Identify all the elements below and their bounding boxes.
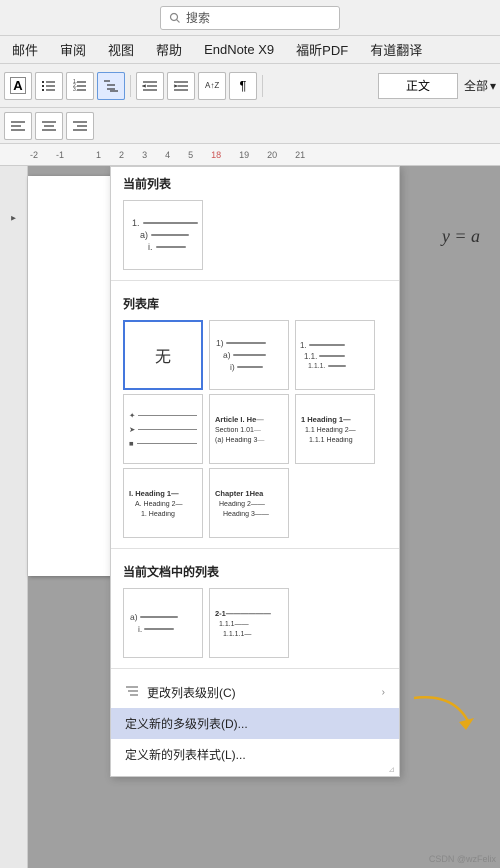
quanbu-btn[interactable]: 全部 ▾ bbox=[464, 77, 496, 94]
toolbar-sep2 bbox=[262, 75, 263, 97]
list-level-icon bbox=[125, 684, 139, 698]
multilevel-list-btn[interactable] bbox=[97, 72, 125, 100]
svg-text:A↑Z: A↑Z bbox=[205, 81, 219, 90]
watermark-text: CSDN @wzFelix bbox=[429, 854, 496, 864]
none-label: 无 bbox=[155, 343, 171, 367]
change-level-menu-item[interactable]: 更改列表级别(C) › bbox=[111, 677, 399, 708]
library-item-chapter[interactable]: Chapter 1Hea Heading 2—— Heading 3—— bbox=[209, 468, 289, 538]
library-item-article2[interactable]: Article I. He— Section 1.01— (a) Heading… bbox=[209, 394, 289, 464]
library-item-numbered1[interactable]: 1) a) i) bbox=[209, 320, 289, 390]
quanbu-label: 全部 bbox=[464, 77, 488, 94]
multilevel-list-dropdown: 当前列表 1. a) i. 列表库 无 bbox=[110, 166, 400, 777]
library-item-heading1[interactable]: 1 Heading 1— 1.1 Heading 2— 1.1.1 Headin… bbox=[295, 394, 375, 464]
increase-indent-icon bbox=[173, 78, 189, 94]
increase-indent-btn[interactable] bbox=[167, 72, 195, 100]
annotation-arrow bbox=[404, 688, 484, 738]
current-list-grid: 1. a) i. bbox=[111, 196, 399, 274]
search-placeholder: 搜索 bbox=[186, 9, 210, 26]
divider3 bbox=[111, 668, 399, 669]
toolbar-sep1 bbox=[130, 75, 131, 97]
svg-text:3.: 3. bbox=[73, 87, 77, 93]
style-selector[interactable]: 正文 bbox=[378, 73, 458, 99]
define-new-list-menu-item[interactable]: 定义新的多级列表(D)... bbox=[111, 708, 399, 739]
resize-handle: ⊿ bbox=[388, 765, 395, 774]
define-new-label: 定义新的多级列表(D)... bbox=[125, 715, 248, 732]
menu-bar: 邮件 审阅 视图 帮助 EndNote X9 福昕PDF 有道翻译 bbox=[0, 36, 500, 64]
sort-icon: A↑Z bbox=[204, 78, 220, 94]
search-box[interactable]: 搜索 bbox=[160, 6, 340, 30]
decrease-indent-btn[interactable] bbox=[136, 72, 164, 100]
document-grid: a) i. 2-1—————— 1.1.1—— 1.1.1.1— bbox=[111, 584, 399, 662]
align-left-icon bbox=[10, 119, 26, 133]
menu-help[interactable]: 帮助 bbox=[152, 38, 186, 61]
current-list-item[interactable]: 1. a) i. bbox=[123, 200, 203, 270]
menu-youdao[interactable]: 有道翻译 bbox=[366, 38, 426, 61]
document-list-item2[interactable]: 2-1—————— 1.1.1—— 1.1.1.1— bbox=[209, 588, 289, 658]
style-label: 正文 bbox=[406, 77, 430, 94]
library-grid3: I. Heading 1— A. Heading 2— 1. Heading C… bbox=[111, 468, 399, 542]
menu-pdf[interactable]: 福昕PDF bbox=[292, 38, 352, 61]
define-style-label: 定义新的列表样式(L)... bbox=[125, 746, 246, 763]
menu-view[interactable]: 视图 bbox=[104, 38, 138, 61]
library-item-article[interactable]: ✦ ➤ ■ bbox=[123, 394, 203, 464]
multilevel-list-icon bbox=[103, 78, 119, 94]
library-item-numbered2[interactable]: 1. 1.1. 1.1.1. bbox=[295, 320, 375, 390]
menu-review[interactable]: 审阅 bbox=[56, 38, 90, 61]
library-item-none[interactable]: 无 bbox=[123, 320, 203, 390]
document-list-section-title: 当前文档中的列表 bbox=[111, 555, 399, 584]
library-item-roman[interactable]: I. Heading 1— A. Heading 2— 1. Heading bbox=[123, 468, 203, 538]
chevron-right-icon: › bbox=[382, 687, 385, 698]
left-arrow: ◄ bbox=[9, 214, 18, 223]
align-center-icon bbox=[41, 119, 57, 133]
align-right-btn[interactable] bbox=[66, 112, 94, 140]
current-list-section-title: 当前列表 bbox=[111, 167, 399, 196]
toolbar-right: 正文 全部 ▾ bbox=[378, 73, 496, 99]
library-section-title: 列表库 bbox=[111, 287, 399, 316]
divider2 bbox=[111, 548, 399, 549]
bullet-list-btn[interactable] bbox=[35, 72, 63, 100]
document-list-item1[interactable]: a) i. bbox=[123, 588, 203, 658]
decrease-indent-icon bbox=[142, 78, 158, 94]
align-left-btn[interactable] bbox=[4, 112, 32, 140]
numbered-list-icon: 1. 2. 3. bbox=[72, 78, 88, 94]
ruler: -2 -1 1 2 3 4 5 18 19 20 21 bbox=[0, 144, 500, 166]
main-content: ◄ y = a 当前列表 1. a) i. 列表库 bbox=[0, 166, 500, 868]
paragraph-mark-btn[interactable]: ¶ bbox=[229, 72, 257, 100]
divider1 bbox=[111, 280, 399, 281]
define-style-menu-item[interactable]: 定义新的列表样式(L)... bbox=[111, 739, 399, 770]
align-center-btn[interactable] bbox=[35, 112, 63, 140]
numbered-list-btn[interactable]: 1. 2. 3. bbox=[66, 72, 94, 100]
search-icon bbox=[169, 12, 181, 24]
library-grid2: ✦ ➤ ■ Article I. He— Section 1.01— (a) H… bbox=[111, 394, 399, 468]
chevron-down-icon: ▾ bbox=[490, 79, 496, 93]
change-level-icon bbox=[125, 684, 139, 701]
change-level-label: 更改列表级别(C) bbox=[147, 684, 236, 701]
title-bar: 搜索 bbox=[0, 0, 500, 36]
toolbar-row2 bbox=[0, 108, 500, 144]
font-icon-btn[interactable]: A bbox=[4, 72, 32, 100]
bottom-menu: 更改列表级别(C) › 定义新的多级列表(D)... 定义新的列表样式(L)..… bbox=[111, 675, 399, 772]
library-grid: 无 1) a) i) 1. 1.1. bbox=[111, 316, 399, 394]
menu-endnote[interactable]: EndNote X9 bbox=[200, 40, 278, 59]
toolbar-row1: A 1. 2. 3. bbox=[0, 64, 500, 108]
align-right-icon bbox=[72, 119, 88, 133]
bullet-list-icon bbox=[41, 78, 57, 94]
sort-btn[interactable]: A↑Z bbox=[198, 72, 226, 100]
menu-mail[interactable]: 邮件 bbox=[8, 38, 42, 61]
left-sidebar: ◄ bbox=[0, 166, 28, 868]
formula-display: y = a bbox=[442, 226, 480, 247]
